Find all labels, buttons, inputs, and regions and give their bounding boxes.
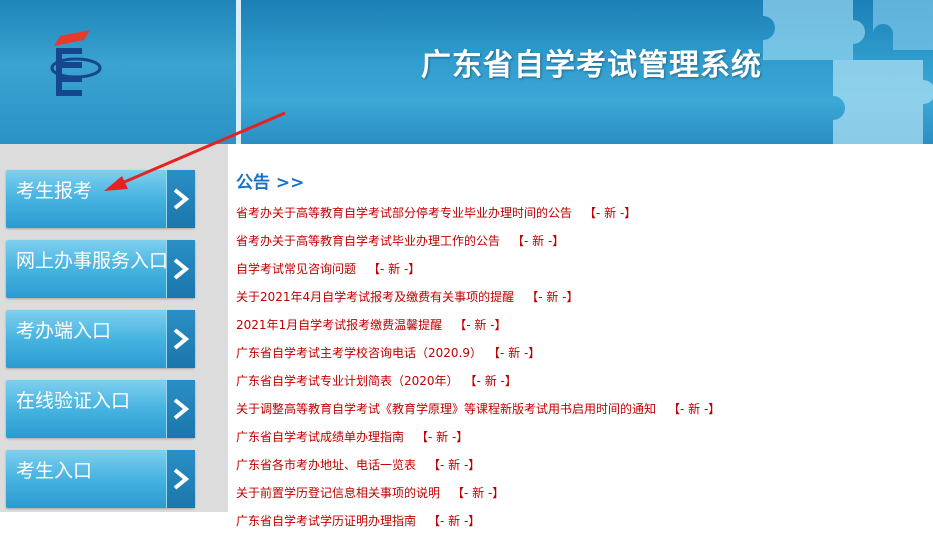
logo-area — [0, 0, 236, 144]
notice-link[interactable]: 广东省自学考试主考学校咨询电话（2020.9） — [236, 346, 482, 360]
list-item: 广东省自学考试主考学校咨询电话（2020.9） 【- 新 -】 — [236, 339, 926, 367]
sidebar-item-label: 在线验证入口 — [16, 390, 131, 412]
announcement-title: 公告 >> — [236, 173, 305, 193]
new-badge: 【- 新 -】 — [584, 206, 637, 220]
notice-link[interactable]: 广东省自学考试专业计划简表（2020年） — [236, 374, 459, 388]
new-badge: 【- 新 -】 — [470, 374, 517, 388]
sidebar-item-online-service[interactable]: 网上办事服务入口 — [6, 240, 195, 298]
notice-link[interactable]: 省考办关于高等教育自学考试毕业办理工作的公告 — [236, 234, 500, 248]
list-item: 广东省各市考办地址、电话一览表 【- 新 -】 — [236, 451, 926, 479]
puzzle-decoration — [763, 0, 933, 144]
chevron-right-icon — [166, 450, 195, 508]
sidebar-item-student-login[interactable]: 考生入口 — [6, 450, 195, 508]
notice-link[interactable]: 关于调整高等教育自学考试《教育学原理》等课程新版考试用书启用时间的通知 — [236, 402, 656, 416]
header: 广东省自学考试管理系统 — [0, 0, 933, 144]
new-badge: 【- 新 -】 — [452, 486, 505, 500]
new-badge: 【- 新 -】 — [512, 234, 565, 248]
list-item: 关于调整高等教育自学考试《教育学原理》等课程新版考试用书启用时间的通知 【- 新 … — [236, 395, 926, 423]
sidebar-item-student-register[interactable]: 考生报考 — [6, 170, 195, 228]
chevron-right-icon — [166, 310, 195, 368]
new-badge: 【- 新 -】 — [668, 402, 721, 416]
new-badge: 【- 新 -】 — [494, 346, 541, 360]
new-badge: 【- 新 -】 — [526, 290, 579, 304]
list-item: 广东省自学考试成绩单办理指南 【- 新 -】 — [236, 423, 926, 451]
new-badge: 【- 新 -】 — [428, 458, 481, 472]
notice-link[interactable]: 关于2021年4月自学考试报考及缴费有关事项的提醒 — [236, 290, 514, 304]
chevron-right-icon — [166, 380, 195, 438]
list-item: 关于2021年4月自学考试报考及缴费有关事项的提醒 【- 新 -】 — [236, 283, 926, 311]
new-badge: 【- 新 -】 — [368, 262, 421, 276]
sidebar-item-label: 考生报考 — [16, 180, 93, 202]
new-badge: 【- 新 -】 — [416, 430, 469, 444]
notice-link[interactable]: 广东省自学考试学历证明办理指南 — [236, 514, 416, 528]
list-item: 关于前置学历登记信息相关事项的说明 【- 新 -】 — [236, 479, 926, 507]
sidebar-item-online-verify[interactable]: 在线验证入口 — [6, 380, 195, 438]
announcement-list: 省考办关于高等教育自学考试部分停考专业毕业办理时间的公告 【- 新 -】 省考办关… — [236, 199, 926, 535]
list-item: 省考办关于高等教育自学考试毕业办理工作的公告 【- 新 -】 — [236, 227, 926, 255]
exam-logo — [50, 30, 102, 96]
chevron-right-icon — [166, 170, 195, 228]
chevron-right-icon — [166, 240, 195, 298]
page-title: 广东省自学考试管理系统 — [421, 48, 762, 83]
notice-link[interactable]: 广东省自学考试成绩单办理指南 — [236, 430, 404, 444]
sidebar-item-label: 网上办事服务入口 — [16, 250, 169, 272]
list-item: 广东省自学考试学历证明办理指南 【- 新 -】 — [236, 507, 926, 535]
new-badge: 【- 新 -】 — [454, 318, 507, 332]
list-item: 广东省自学考试专业计划简表（2020年） 【- 新 -】 — [236, 367, 926, 395]
list-item: 2021年1月自学考试报考缴费温馨提醒 【- 新 -】 — [236, 311, 926, 339]
sidebar-item-office-login[interactable]: 考办端入口 — [6, 310, 195, 368]
list-item: 省考办关于高等教育自学考试部分停考专业毕业办理时间的公告 【- 新 -】 — [236, 199, 926, 227]
banner: 广东省自学考试管理系统 — [241, 0, 933, 144]
notice-link[interactable]: 关于前置学历登记信息相关事项的说明 — [236, 486, 440, 500]
sidebar-item-label: 考生入口 — [16, 460, 93, 482]
announcement-panel: 公告 >> 省考办关于高等教育自学考试部分停考专业毕业办理时间的公告 【- 新 -… — [236, 160, 926, 535]
notice-link[interactable]: 省考办关于高等教育自学考试部分停考专业毕业办理时间的公告 — [236, 206, 572, 220]
notice-link[interactable]: 2021年1月自学考试报考缴费温馨提醒 — [236, 318, 442, 332]
new-badge: 【- 新 -】 — [428, 514, 481, 528]
list-item: 自学考试常见咨询问题 【- 新 -】 — [236, 255, 926, 283]
sidebar-item-label: 考办端入口 — [16, 320, 112, 342]
notice-link[interactable]: 广东省各市考办地址、电话一览表 — [236, 458, 416, 472]
notice-link[interactable]: 自学考试常见咨询问题 — [236, 262, 356, 276]
sidebar: 考生报考 网上办事服务入口 考办端入口 在线验证入口 考生入口 — [0, 144, 228, 512]
